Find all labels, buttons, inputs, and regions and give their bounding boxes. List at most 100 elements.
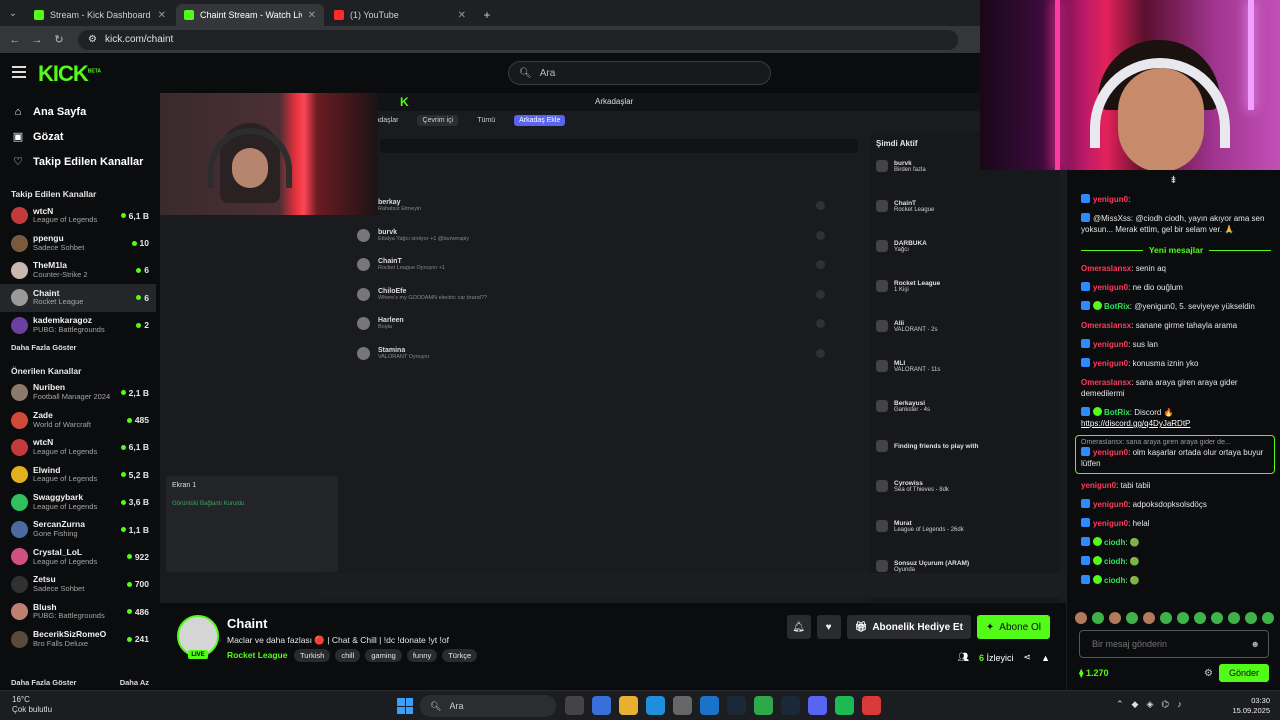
kick-search-input[interactable]: 🔍︎ Ara	[508, 61, 771, 85]
chat-username[interactable]: Omeraslansx	[1081, 378, 1131, 387]
sidebar-channel-zade[interactable]: Zade World of Warcraft 485	[0, 406, 156, 433]
emote-icon[interactable]	[1160, 612, 1172, 624]
chat-link[interactable]: https://discord.gg/q4DyJaRDtP	[1081, 419, 1190, 428]
discord-icon[interactable]	[808, 696, 827, 715]
emote-icon[interactable]	[1126, 612, 1138, 624]
close-tab-icon[interactable]: ✕	[158, 10, 166, 21]
tab-search-icon[interactable]: ⌄	[0, 0, 26, 26]
chat-username[interactable]: yenigun0	[1093, 195, 1128, 204]
recommended-show-more[interactable]: Daha Fazla Göster	[11, 678, 76, 690]
emoji-picker-icon[interactable]: ☻	[1251, 639, 1260, 649]
sidebar-channel-swaggybark[interactable]: Swaggybark League of Legends 3,6 B	[0, 489, 156, 516]
chevron-up-icon[interactable]: ⌃	[1116, 699, 1124, 710]
menu-hamburger-icon[interactable]	[12, 66, 26, 78]
chat-settings-gear-icon[interactable]: ⚙	[1204, 668, 1213, 679]
chat-username[interactable]: BotRix	[1104, 302, 1130, 311]
sidebar-channel-sercanzurna[interactable]: SercanZurna Gone Fishing 1,1 B	[0, 516, 156, 543]
tray-app-icon[interactable]: ◆	[1132, 699, 1139, 710]
store-icon[interactable]	[673, 696, 692, 715]
emote-icon[interactable]	[1092, 612, 1104, 624]
sidebar-channel-wtcn[interactable]: wtcN League of Legends 6,1 B	[0, 434, 156, 461]
emote-icon[interactable]	[1262, 612, 1274, 624]
app-icon[interactable]	[862, 696, 881, 715]
sidebar-channel-them1la[interactable]: TheM1la Counter-Strike 2 6	[0, 257, 156, 284]
subscribe-button[interactable]: ✦ Abone Ol	[976, 615, 1050, 639]
chat-username[interactable]: yenigun0	[1093, 500, 1128, 509]
followed-show-more[interactable]: Daha Fazla Göster	[0, 339, 156, 357]
follow-heart-icon[interactable]: ♥	[816, 615, 841, 639]
weather-widget[interactable]: 16°C Çok bulutlu	[12, 695, 52, 715]
chat-username[interactable]: yenigun0	[1093, 359, 1128, 368]
sidebar-nav-home[interactable]: ⌂ Ana Sayfa	[0, 99, 156, 124]
stream-tag[interactable]: gaming	[365, 649, 402, 662]
chat-username[interactable]: BotRix	[1104, 408, 1130, 417]
back-arrow-icon[interactable]: ←	[6, 31, 24, 49]
windows-start-icon[interactable]	[397, 698, 413, 714]
chat-username[interactable]: yenigun0	[1093, 519, 1128, 528]
chrome-icon[interactable]	[754, 696, 773, 715]
emote-icon[interactable]	[1177, 612, 1189, 624]
sidebar-channel-beceriksizromeo[interactable]: BecerikSizRomeO Bro Falls Deluxe 241	[0, 625, 156, 652]
sidebar-channel-wtcn[interactable]: wtcN League of Legends 6,1 B	[0, 202, 156, 229]
steam-icon[interactable]	[727, 696, 746, 715]
forward-arrow-icon[interactable]: →	[28, 31, 46, 49]
edge-icon[interactable]	[646, 696, 665, 715]
report-warning-icon[interactable]: ▲	[1041, 653, 1050, 663]
stream-tag[interactable]: chill	[335, 649, 361, 662]
close-tab-icon[interactable]: ✕	[458, 10, 466, 21]
emote-icon[interactable]	[1245, 612, 1257, 624]
chat-message-input[interactable]	[1092, 639, 1251, 649]
emote-icon[interactable]	[1228, 612, 1240, 624]
address-bar[interactable]: ⚙ kick.com/chaint	[78, 29, 958, 50]
chat-username[interactable]: Omeraslansx	[1081, 264, 1131, 273]
sidebar-nav-browse[interactable]: ▣ Gözat	[0, 124, 156, 149]
channel-points[interactable]: ⧫ 1.270	[1079, 668, 1204, 679]
sidebar-channel-elwind[interactable]: Elwind League of Legends 5,2 B	[0, 461, 156, 488]
tab-kick-dashboard[interactable]: Stream - Kick Dashboard ✕	[26, 4, 174, 26]
sidebar-channel-nuriben[interactable]: Nuriben Football Manager 2024 2,1 B	[0, 379, 156, 406]
site-info-icon[interactable]: ⚙	[88, 34, 97, 45]
emote-icon[interactable]	[1109, 612, 1121, 624]
chat-username[interactable]: ciodh	[1104, 557, 1125, 566]
sidebar-nav-following[interactable]: ♡ Takip Edilen Kanallar	[0, 149, 156, 174]
network-icon[interactable]: ⌬	[1161, 699, 1169, 710]
video-player[interactable]: K Arkadaşlar Arkadaşlar Çevrim içi Tümü …	[160, 93, 1066, 603]
chat-pin-icon[interactable]: ⇟	[1067, 170, 1280, 190]
spotify-icon[interactable]	[835, 696, 854, 715]
new-tab-plus-icon[interactable]: +	[476, 4, 498, 26]
stream-tag[interactable]: Türkçe	[442, 649, 478, 662]
stream-category[interactable]: Rocket League	[227, 650, 287, 660]
sidebar-channel-blush[interactable]: Blush PUBG: Battlegrounds 486	[0, 598, 156, 625]
sidebar-channel-ppengu[interactable]: ppengu Sadece Sohbet 10	[0, 229, 156, 256]
taskbar-clock[interactable]: 03:30 15.09.2025	[1226, 696, 1270, 716]
tab-youtube[interactable]: (1) YouTube ✕	[326, 4, 474, 26]
kick-logo[interactable]: KICKBETA	[38, 61, 101, 87]
taskbar-search[interactable]: 🔍︎ Ara	[420, 695, 556, 717]
channel-name[interactable]: Chaint	[227, 616, 267, 631]
chat-username[interactable]: ciodh	[1104, 576, 1125, 585]
sidebar-channel-chaint[interactable]: Chaint Rocket League 6	[0, 284, 156, 312]
vpn-icon[interactable]: ◈	[1146, 699, 1153, 710]
steam-icon[interactable]	[781, 696, 800, 715]
volume-icon[interactable]: ♪	[1177, 699, 1182, 710]
stream-tag[interactable]: Turkish	[294, 649, 331, 662]
notification-bell-icon[interactable]: 🔔︎	[786, 615, 811, 639]
sidebar-channel-kademkaragoz[interactable]: kademkaragoz PUBG: Battlegrounds 2	[0, 312, 156, 339]
chat-username[interactable]: yenigun0	[1081, 481, 1116, 490]
chat-username[interactable]: Omeraslansx	[1081, 321, 1131, 330]
reload-icon[interactable]: ↻	[50, 31, 68, 49]
send-button[interactable]: Gönder	[1219, 664, 1269, 682]
emote-icon[interactable]	[1143, 612, 1155, 624]
sidebar-channel-zetsu[interactable]: Zetsu Sadece Sohbet 700	[0, 571, 156, 598]
gift-subscription-button[interactable]: 🎁︎ Abonelik Hediye Et	[846, 615, 971, 639]
sidebar-channel-crystal_lol[interactable]: Crystal_LoL League of Legends 922	[0, 543, 156, 570]
chat-username[interactable]: yenigun0	[1093, 448, 1128, 457]
emote-icon[interactable]	[1194, 612, 1206, 624]
stream-tag[interactable]: funny	[406, 649, 438, 662]
file-explorer-icon[interactable]	[619, 696, 638, 715]
chat-username[interactable]: yenigun0	[1093, 283, 1128, 292]
chat-username[interactable]: yenigun0	[1093, 340, 1128, 349]
emote-icon[interactable]	[1075, 612, 1087, 624]
tab-chaint-stream[interactable]: Chaint Stream - Watch Live on Kick ✕	[176, 4, 324, 26]
task-view-icon[interactable]	[565, 696, 584, 715]
